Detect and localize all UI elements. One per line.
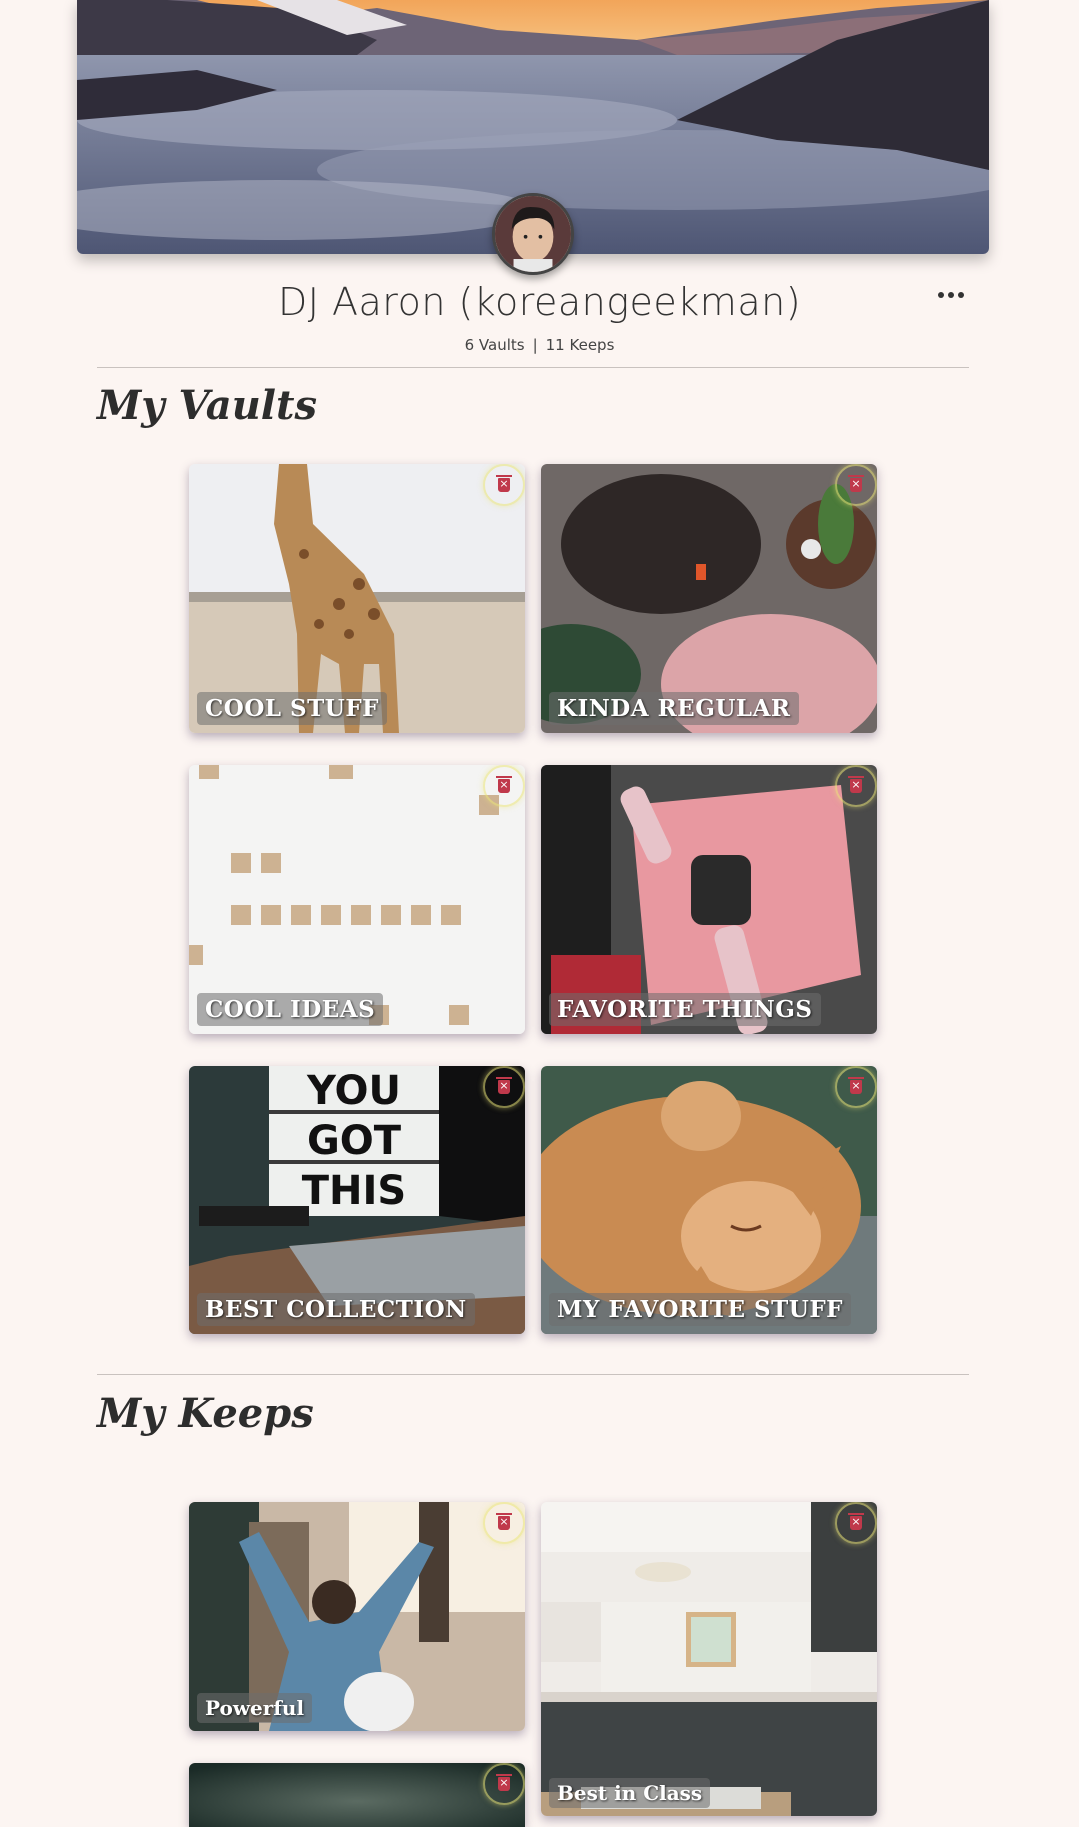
trash-icon [496, 1513, 512, 1531]
delete-vault-button[interactable] [835, 765, 877, 807]
profile-page: DJ Aaron (koreangeekman) 6 Vaults | 11 Kee… [0, 0, 1079, 1827]
keep-image-kitchen [541, 1502, 877, 1816]
trash-icon [848, 1513, 864, 1531]
svg-text:GOT: GOT [307, 1118, 402, 1164]
delete-keep-button[interactable] [483, 1763, 525, 1805]
delete-vault-button[interactable] [835, 464, 877, 506]
keep-image-dark-blur [189, 1763, 525, 1827]
trash-icon [496, 1774, 512, 1792]
vaults-count: 6 Vaults [464, 336, 525, 354]
keeps-section-title: My Keeps [97, 1390, 314, 1437]
keep-title: Best in Class [549, 1778, 711, 1808]
trash-icon [848, 776, 864, 794]
stats-separator: | [532, 336, 538, 354]
keep-card[interactable] [189, 1763, 525, 1827]
delete-vault-button[interactable] [483, 464, 525, 506]
more-dots-icon [958, 292, 964, 298]
avatar [492, 193, 574, 275]
delete-vault-button[interactable] [483, 765, 525, 807]
profile-name: DJ Aaron (koreangeekman) [277, 280, 802, 324]
vault-title: KINDA REGULAR [549, 692, 799, 725]
profile-stats: 6 Vaults | 11 Keeps [0, 336, 1079, 354]
svg-text:THIS: THIS [302, 1168, 406, 1214]
vault-card[interactable]: YOU GOT THIS BEST COLLECTION [189, 1066, 525, 1334]
divider [97, 367, 969, 368]
delete-vault-button[interactable] [835, 1066, 877, 1108]
delete-keep-button[interactable] [835, 1502, 877, 1544]
keep-title: Powerful [197, 1693, 313, 1723]
keeps-count: 11 Keeps [545, 336, 615, 354]
vault-title: COOL STUFF [197, 692, 387, 725]
vault-title: FAVORITE THINGS [549, 993, 821, 1026]
more-dots-icon [938, 292, 944, 298]
divider [97, 1374, 969, 1375]
delete-keep-button[interactable] [483, 1502, 525, 1544]
vault-title: MY FAVORITE STUFF [549, 1293, 851, 1326]
vault-card[interactable]: KINDA REGULAR [541, 464, 877, 733]
trash-icon [496, 1077, 512, 1095]
vault-card[interactable]: COOL IDEAS [189, 765, 525, 1034]
delete-vault-button[interactable] [483, 1066, 525, 1108]
more-options-button[interactable] [934, 280, 968, 310]
trash-icon [496, 776, 512, 794]
vaults-section-title: My Vaults [97, 382, 317, 429]
vault-card[interactable]: COOL STUFF [189, 464, 525, 733]
vault-title: BEST COLLECTION [197, 1293, 475, 1326]
trash-icon [496, 475, 512, 493]
keep-card[interactable]: Powerful [189, 1502, 525, 1731]
vault-title: COOL IDEAS [197, 993, 384, 1026]
keep-card[interactable]: Best in Class [541, 1502, 877, 1816]
more-dots-icon [948, 292, 954, 298]
trash-icon [848, 475, 864, 493]
vault-card[interactable]: FAVORITE THINGS [541, 765, 877, 1034]
svg-text:YOU: YOU [306, 1068, 401, 1114]
vault-card[interactable]: MY FAVORITE STUFF [541, 1066, 877, 1334]
trash-icon [848, 1077, 864, 1095]
